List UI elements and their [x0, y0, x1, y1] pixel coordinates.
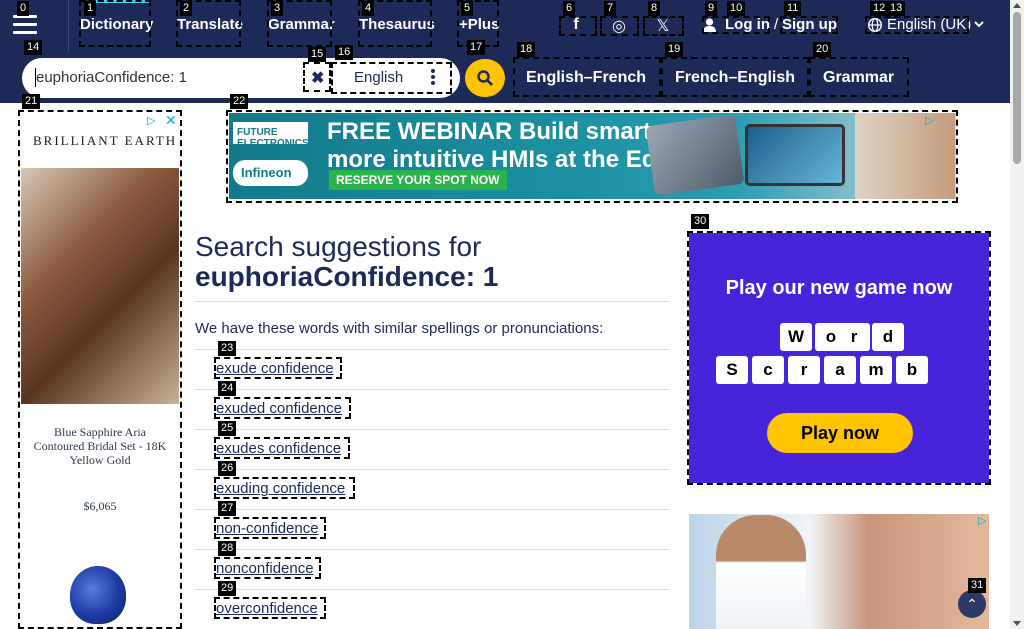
mark-label: 29	[218, 581, 237, 596]
mark-label: 9	[705, 1, 718, 16]
divider	[195, 429, 669, 430]
mark-label: 7	[604, 1, 617, 16]
page-scrollbar[interactable]	[1010, 0, 1024, 629]
search-icon	[477, 70, 493, 86]
page-heading-query: euphoriaConfidence: 1	[195, 261, 499, 292]
mark-label: 3	[271, 1, 284, 16]
login-separator: /	[774, 16, 779, 33]
mark-label: 19	[665, 42, 684, 57]
mark-box	[18, 110, 182, 629]
back-to-top-button[interactable]: ⌃	[958, 590, 986, 618]
mark-box	[643, 16, 684, 36]
mark-box	[661, 57, 809, 97]
text-caret	[35, 68, 36, 87]
mark-label: 21	[22, 94, 41, 109]
mark-box	[214, 597, 326, 619]
mark-label: 30	[691, 214, 710, 229]
mark-label: 0	[17, 1, 30, 16]
scroll-thumb[interactable]	[1013, 12, 1021, 164]
mark-box	[687, 231, 991, 485]
mark-label: 10	[727, 1, 746, 16]
mark-label: 26	[218, 461, 237, 476]
ear-ad-adchoices-icon[interactable]: ▷	[978, 514, 986, 527]
mark-label: 31	[968, 578, 987, 593]
mark-box	[702, 16, 770, 34]
mark-label: 13	[887, 1, 906, 16]
mark-box	[513, 57, 661, 97]
mark-label: 17	[467, 40, 486, 55]
chevron-down-icon	[974, 21, 984, 28]
mark-label: 11	[784, 1, 802, 16]
divider	[195, 589, 669, 590]
mark-label: 1	[84, 1, 97, 16]
search-input[interactable]: euphoriaConfidence: 1	[36, 69, 187, 86]
divider	[195, 349, 669, 350]
mark-box	[214, 437, 350, 459]
divider	[195, 469, 669, 470]
mark-label: 20	[813, 42, 832, 57]
mark-box	[214, 557, 321, 579]
mark-box	[226, 110, 958, 203]
mark-label: 27	[218, 501, 237, 516]
mark-label: 18	[517, 42, 536, 57]
mark-box	[559, 16, 597, 36]
mark-box	[331, 62, 452, 94]
mark-box	[600, 16, 639, 36]
mark-label: 15	[308, 47, 327, 62]
mark-label: 16	[335, 45, 354, 60]
mark-box	[214, 517, 326, 539]
mark-box	[865, 16, 969, 34]
mark-label: 14	[24, 40, 43, 55]
mark-label: 8	[648, 1, 661, 16]
mark-label: 12	[870, 1, 889, 16]
page-heading-prefix: Search suggestions for	[195, 231, 482, 262]
mark-box	[214, 397, 351, 419]
divider	[195, 301, 669, 302]
divider	[195, 389, 669, 390]
mark-label: 23	[218, 341, 237, 356]
mark-label: 2	[180, 1, 193, 16]
mark-label: 28	[218, 541, 237, 556]
mark-box	[303, 62, 331, 92]
mark-label: 24	[218, 381, 237, 396]
divider	[195, 509, 669, 510]
mark-label: 5	[461, 1, 474, 16]
suggestions-intro: We have these words with similar spellin…	[195, 320, 604, 337]
mark-box	[809, 57, 909, 97]
hamburger-menu-icon[interactable]	[13, 15, 37, 35]
mark-box	[214, 357, 342, 379]
mark-label: 25	[218, 421, 237, 436]
mark-label: 6	[563, 1, 576, 16]
mark-label: 4	[362, 1, 375, 16]
divider	[195, 549, 669, 550]
scroll-down-arrow-icon[interactable]	[1013, 621, 1021, 626]
mark-box	[780, 16, 838, 34]
mark-label: 22	[230, 94, 249, 109]
scroll-up-arrow-icon[interactable]	[1013, 3, 1021, 8]
doctor-image	[716, 515, 806, 629]
nav-divider	[68, 0, 69, 52]
search-button[interactable]	[465, 59, 505, 97]
mark-box	[214, 477, 355, 499]
